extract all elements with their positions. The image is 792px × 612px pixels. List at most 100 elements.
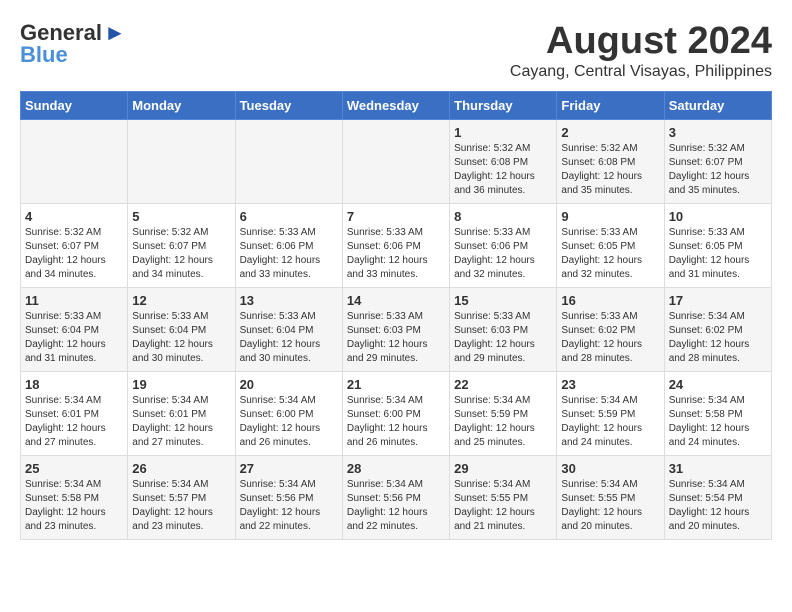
day-number: 13 [240, 293, 338, 308]
calendar-day-cell: 3Sunrise: 5:32 AM Sunset: 6:07 PM Daylig… [664, 120, 771, 204]
day-number: 7 [347, 209, 445, 224]
logo-arrow-icon: ► [104, 20, 126, 46]
calendar-day-cell: 5Sunrise: 5:32 AM Sunset: 6:07 PM Daylig… [128, 204, 235, 288]
calendar-day-cell [342, 120, 449, 204]
day-of-week-header: Sunday [21, 92, 128, 120]
day-info-text: Sunrise: 5:33 AM Sunset: 6:04 PM Dayligh… [25, 310, 123, 366]
calendar-table: SundayMondayTuesdayWednesdayThursdayFrid… [20, 91, 772, 540]
calendar-day-cell: 13 Sunrise: 5:33 AM Sunset: 6:04 PM Dayli… [235, 288, 342, 372]
day-number: 21 [347, 377, 445, 392]
day-number: 26 [132, 461, 230, 476]
day-info-text: Sunrise: 5:33 AM Sunset: 6:04 PM Dayligh… [132, 310, 230, 366]
day-number: 15 [454, 293, 552, 308]
day-info-text: Sunrise: 5:34 AM Sunset: 5:54 PM Dayligh… [669, 478, 767, 534]
calendar-day-cell: 9 Sunrise: 5:33 AM Sunset: 6:05 PM Daylig… [557, 204, 664, 288]
day-number: 11 [25, 293, 123, 308]
calendar-day-cell: 6 Sunrise: 5:33 AM Sunset: 6:06 PM Daylig… [235, 204, 342, 288]
day-of-week-header: Monday [128, 92, 235, 120]
day-number: 9 [561, 209, 659, 224]
calendar-week-row: 1 Sunrise: 5:32 AM Sunset: 6:08 PM Daylig… [21, 120, 772, 204]
day-info-text: Sunrise: 5:34 AM Sunset: 5:55 PM Dayligh… [561, 478, 659, 534]
day-info-text: Sunrise: 5:34 AM Sunset: 6:02 PM Dayligh… [669, 310, 767, 366]
logo-blue-text: Blue [20, 42, 68, 68]
calendar-day-cell: 4Sunrise: 5:32 AM Sunset: 6:07 PM Daylig… [21, 204, 128, 288]
calendar-day-cell: 22 Sunrise: 5:34 AM Sunset: 5:59 PM Dayli… [450, 372, 557, 456]
calendar-week-row: 11 Sunrise: 5:33 AM Sunset: 6:04 PM Dayli… [21, 288, 772, 372]
day-info-text: Sunrise: 5:34 AM Sunset: 5:56 PM Dayligh… [240, 478, 338, 534]
day-number: 4 [25, 209, 123, 224]
day-info-text: Sunrise: 5:34 AM Sunset: 6:01 PM Dayligh… [132, 394, 230, 450]
day-info-text: Sunrise: 5:33 AM Sunset: 6:06 PM Dayligh… [240, 226, 338, 282]
day-number: 6 [240, 209, 338, 224]
day-info-text: Sunrise: 5:33 AM Sunset: 6:05 PM Dayligh… [561, 226, 659, 282]
day-number: 24 [669, 377, 767, 392]
calendar-day-cell [128, 120, 235, 204]
calendar-day-cell: 31 Sunrise: 5:34 AM Sunset: 5:54 PM Dayli… [664, 456, 771, 540]
day-info-text: Sunrise: 5:34 AM Sunset: 5:59 PM Dayligh… [454, 394, 552, 450]
day-info-text: Sunrise: 5:34 AM Sunset: 5:57 PM Dayligh… [132, 478, 230, 534]
title-section: August 2024 Cayang, Central Visayas, Phi… [510, 20, 772, 81]
calendar-day-cell [235, 120, 342, 204]
day-info-text: Sunrise: 5:34 AM Sunset: 6:00 PM Dayligh… [240, 394, 338, 450]
day-info-text: Sunrise: 5:34 AM Sunset: 5:59 PM Dayligh… [561, 394, 659, 450]
day-number: 5 [132, 209, 230, 224]
day-number: 3 [669, 125, 767, 140]
day-number: 12 [132, 293, 230, 308]
calendar-day-cell [21, 120, 128, 204]
day-info-text: Sunrise: 5:34 AM Sunset: 5:55 PM Dayligh… [454, 478, 552, 534]
day-info-text: Sunrise: 5:33 AM Sunset: 6:02 PM Dayligh… [561, 310, 659, 366]
calendar-day-cell: 20 Sunrise: 5:34 AM Sunset: 6:00 PM Dayli… [235, 372, 342, 456]
calendar-day-cell: 29Sunrise: 5:34 AM Sunset: 5:55 PM Dayli… [450, 456, 557, 540]
day-number: 14 [347, 293, 445, 308]
calendar-day-cell: 1 Sunrise: 5:32 AM Sunset: 6:08 PM Daylig… [450, 120, 557, 204]
day-number: 28 [347, 461, 445, 476]
calendar-day-cell: 23 Sunrise: 5:34 AM Sunset: 5:59 PM Dayli… [557, 372, 664, 456]
calendar-day-cell: 12 Sunrise: 5:33 AM Sunset: 6:04 PM Dayli… [128, 288, 235, 372]
day-number: 10 [669, 209, 767, 224]
location-subtitle: Cayang, Central Visayas, Philippines [510, 63, 772, 81]
calendar-day-cell: 27Sunrise: 5:34 AM Sunset: 5:56 PM Dayli… [235, 456, 342, 540]
calendar-week-row: 25Sunrise: 5:34 AM Sunset: 5:58 PM Dayli… [21, 456, 772, 540]
calendar-week-row: 18 Sunrise: 5:34 AM Sunset: 6:01 PM Dayli… [21, 372, 772, 456]
calendar-day-cell: 30 Sunrise: 5:34 AM Sunset: 5:55 PM Dayli… [557, 456, 664, 540]
day-number: 1 [454, 125, 552, 140]
calendar-day-cell: 14Sunrise: 5:33 AM Sunset: 6:03 PM Dayli… [342, 288, 449, 372]
day-info-text: Sunrise: 5:33 AM Sunset: 6:06 PM Dayligh… [347, 226, 445, 282]
day-info-text: Sunrise: 5:32 AM Sunset: 6:08 PM Dayligh… [454, 142, 552, 198]
calendar-week-row: 4Sunrise: 5:32 AM Sunset: 6:07 PM Daylig… [21, 204, 772, 288]
day-info-text: Sunrise: 5:34 AM Sunset: 5:58 PM Dayligh… [669, 394, 767, 450]
calendar-day-cell: 24 Sunrise: 5:34 AM Sunset: 5:58 PM Dayli… [664, 372, 771, 456]
day-info-text: Sunrise: 5:33 AM Sunset: 6:06 PM Dayligh… [454, 226, 552, 282]
calendar-day-cell: 11 Sunrise: 5:33 AM Sunset: 6:04 PM Dayli… [21, 288, 128, 372]
calendar-day-cell: 18 Sunrise: 5:34 AM Sunset: 6:01 PM Dayli… [21, 372, 128, 456]
day-info-text: Sunrise: 5:34 AM Sunset: 6:01 PM Dayligh… [25, 394, 123, 450]
calendar-day-cell: 15 Sunrise: 5:33 AM Sunset: 6:03 PM Dayli… [450, 288, 557, 372]
day-number: 8 [454, 209, 552, 224]
day-info-text: Sunrise: 5:33 AM Sunset: 6:04 PM Dayligh… [240, 310, 338, 366]
day-number: 30 [561, 461, 659, 476]
month-year-title: August 2024 [510, 20, 772, 63]
calendar-day-cell: 16 Sunrise: 5:33 AM Sunset: 6:02 PM Dayli… [557, 288, 664, 372]
calendar-header-row: SundayMondayTuesdayWednesdayThursdayFrid… [21, 92, 772, 120]
day-info-text: Sunrise: 5:34 AM Sunset: 5:56 PM Dayligh… [347, 478, 445, 534]
logo: General ► Blue [20, 20, 126, 68]
day-number: 19 [132, 377, 230, 392]
day-number: 22 [454, 377, 552, 392]
calendar-day-cell: 25Sunrise: 5:34 AM Sunset: 5:58 PM Dayli… [21, 456, 128, 540]
day-of-week-header: Saturday [664, 92, 771, 120]
calendar-day-cell: 19 Sunrise: 5:34 AM Sunset: 6:01 PM Dayli… [128, 372, 235, 456]
header: General ► Blue August 2024 Cayang, Centr… [20, 20, 772, 81]
day-number: 20 [240, 377, 338, 392]
day-info-text: Sunrise: 5:33 AM Sunset: 6:03 PM Dayligh… [454, 310, 552, 366]
calendar-day-cell: 26 Sunrise: 5:34 AM Sunset: 5:57 PM Dayli… [128, 456, 235, 540]
day-number: 23 [561, 377, 659, 392]
day-info-text: Sunrise: 5:34 AM Sunset: 5:58 PM Dayligh… [25, 478, 123, 534]
day-of-week-header: Wednesday [342, 92, 449, 120]
day-number: 31 [669, 461, 767, 476]
calendar-day-cell: 2Sunrise: 5:32 AM Sunset: 6:08 PM Daylig… [557, 120, 664, 204]
day-number: 17 [669, 293, 767, 308]
day-of-week-header: Tuesday [235, 92, 342, 120]
day-number: 16 [561, 293, 659, 308]
day-number: 18 [25, 377, 123, 392]
calendar-day-cell: 28 Sunrise: 5:34 AM Sunset: 5:56 PM Dayli… [342, 456, 449, 540]
